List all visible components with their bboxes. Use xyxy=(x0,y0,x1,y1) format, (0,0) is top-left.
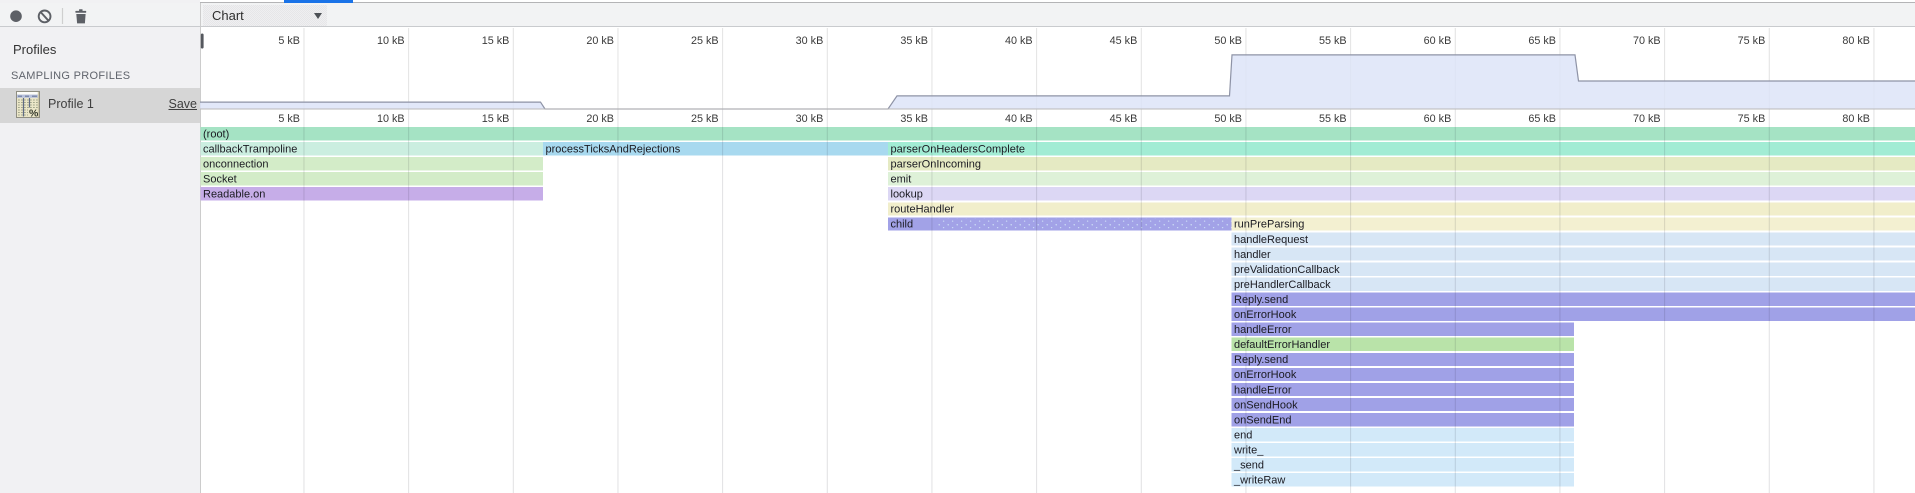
svg-text:%: % xyxy=(29,107,39,118)
svg-text:callbackTrampoline: callbackTrampoline xyxy=(203,143,297,155)
svg-text:Readable.on: Readable.on xyxy=(203,189,265,201)
svg-text:15 kB: 15 kB xyxy=(482,35,510,47)
svg-text:runPreParsing: runPreParsing xyxy=(1234,219,1304,231)
svg-text:50 kB: 50 kB xyxy=(1214,113,1242,125)
svg-text:(root): (root) xyxy=(203,128,229,140)
svg-text:65 kB: 65 kB xyxy=(1528,35,1556,47)
svg-text:processTicksAndRejections: processTicksAndRejections xyxy=(546,143,681,155)
svg-text:80 kB: 80 kB xyxy=(1842,113,1870,125)
svg-text:70 kB: 70 kB xyxy=(1633,35,1661,47)
svg-text:handler: handler xyxy=(1234,249,1271,261)
svg-text:20 kB: 20 kB xyxy=(586,113,614,125)
svg-text:50 kB: 50 kB xyxy=(1214,35,1242,47)
svg-text:35 kB: 35 kB xyxy=(900,35,928,47)
svg-text:5 kB: 5 kB xyxy=(278,113,300,125)
svg-text:onconnection: onconnection xyxy=(203,159,268,171)
svg-text:onSendEnd: onSendEnd xyxy=(1234,414,1292,426)
svg-text:45 kB: 45 kB xyxy=(1110,35,1138,47)
svg-text:80 kB: 80 kB xyxy=(1842,35,1870,47)
svg-text:30 kB: 30 kB xyxy=(796,113,824,125)
svg-text:preValidationCallback: preValidationCallback xyxy=(1234,264,1340,276)
svg-text:write_: write_ xyxy=(1233,444,1264,456)
svg-text:75 kB: 75 kB xyxy=(1738,35,1766,47)
svg-text:child: child xyxy=(891,219,914,231)
svg-text:35 kB: 35 kB xyxy=(900,113,928,125)
svg-text:25 kB: 25 kB xyxy=(691,113,719,125)
svg-text:60 kB: 60 kB xyxy=(1424,35,1452,47)
svg-text:30 kB: 30 kB xyxy=(796,35,824,47)
svg-text:10 kB: 10 kB xyxy=(377,35,405,47)
svg-text:10 kB: 10 kB xyxy=(377,113,405,125)
svg-text:40 kB: 40 kB xyxy=(1005,113,1033,125)
svg-text:15 kB: 15 kB xyxy=(482,113,510,125)
svg-text:_send: _send xyxy=(1233,460,1264,472)
svg-text:65 kB: 65 kB xyxy=(1528,113,1556,125)
svg-text:40 kB: 40 kB xyxy=(1005,35,1033,47)
svg-text:55 kB: 55 kB xyxy=(1319,113,1347,125)
svg-text:25 kB: 25 kB xyxy=(691,35,719,47)
svg-text:preHandlerCallback: preHandlerCallback xyxy=(1234,279,1331,291)
svg-text:70 kB: 70 kB xyxy=(1633,113,1661,125)
svg-text:emit: emit xyxy=(891,174,912,186)
svg-text:Socket: Socket xyxy=(203,174,237,186)
svg-text:handleRequest: handleRequest xyxy=(1234,234,1308,246)
svg-text:_writeRaw: _writeRaw xyxy=(1233,475,1285,487)
svg-text:5 kB: 5 kB xyxy=(278,35,300,47)
svg-text:75 kB: 75 kB xyxy=(1738,113,1766,125)
svg-text:45 kB: 45 kB xyxy=(1110,113,1138,125)
svg-text:end: end xyxy=(1234,429,1252,441)
svg-text:60 kB: 60 kB xyxy=(1424,113,1452,125)
svg-text:Reply.send: Reply.send xyxy=(1234,354,1288,366)
svg-text:onErrorHook: onErrorHook xyxy=(1234,309,1297,321)
svg-text:parserOnIncoming: parserOnIncoming xyxy=(891,159,982,171)
svg-text:defaultErrorHandler: defaultErrorHandler xyxy=(1234,339,1330,351)
svg-text:handleError: handleError xyxy=(1234,324,1292,336)
svg-text:routeHandler: routeHandler xyxy=(891,204,955,216)
svg-text:onSendHook: onSendHook xyxy=(1234,399,1298,411)
svg-text:onErrorHook: onErrorHook xyxy=(1234,369,1297,381)
svg-text:handleError: handleError xyxy=(1234,384,1292,396)
svg-text:55 kB: 55 kB xyxy=(1319,35,1347,47)
svg-text:Reply.send: Reply.send xyxy=(1234,294,1288,306)
svg-text:lookup: lookup xyxy=(891,189,923,201)
svg-text:parserOnHeadersComplete: parserOnHeadersComplete xyxy=(891,143,1026,155)
svg-text:20 kB: 20 kB xyxy=(586,35,614,47)
